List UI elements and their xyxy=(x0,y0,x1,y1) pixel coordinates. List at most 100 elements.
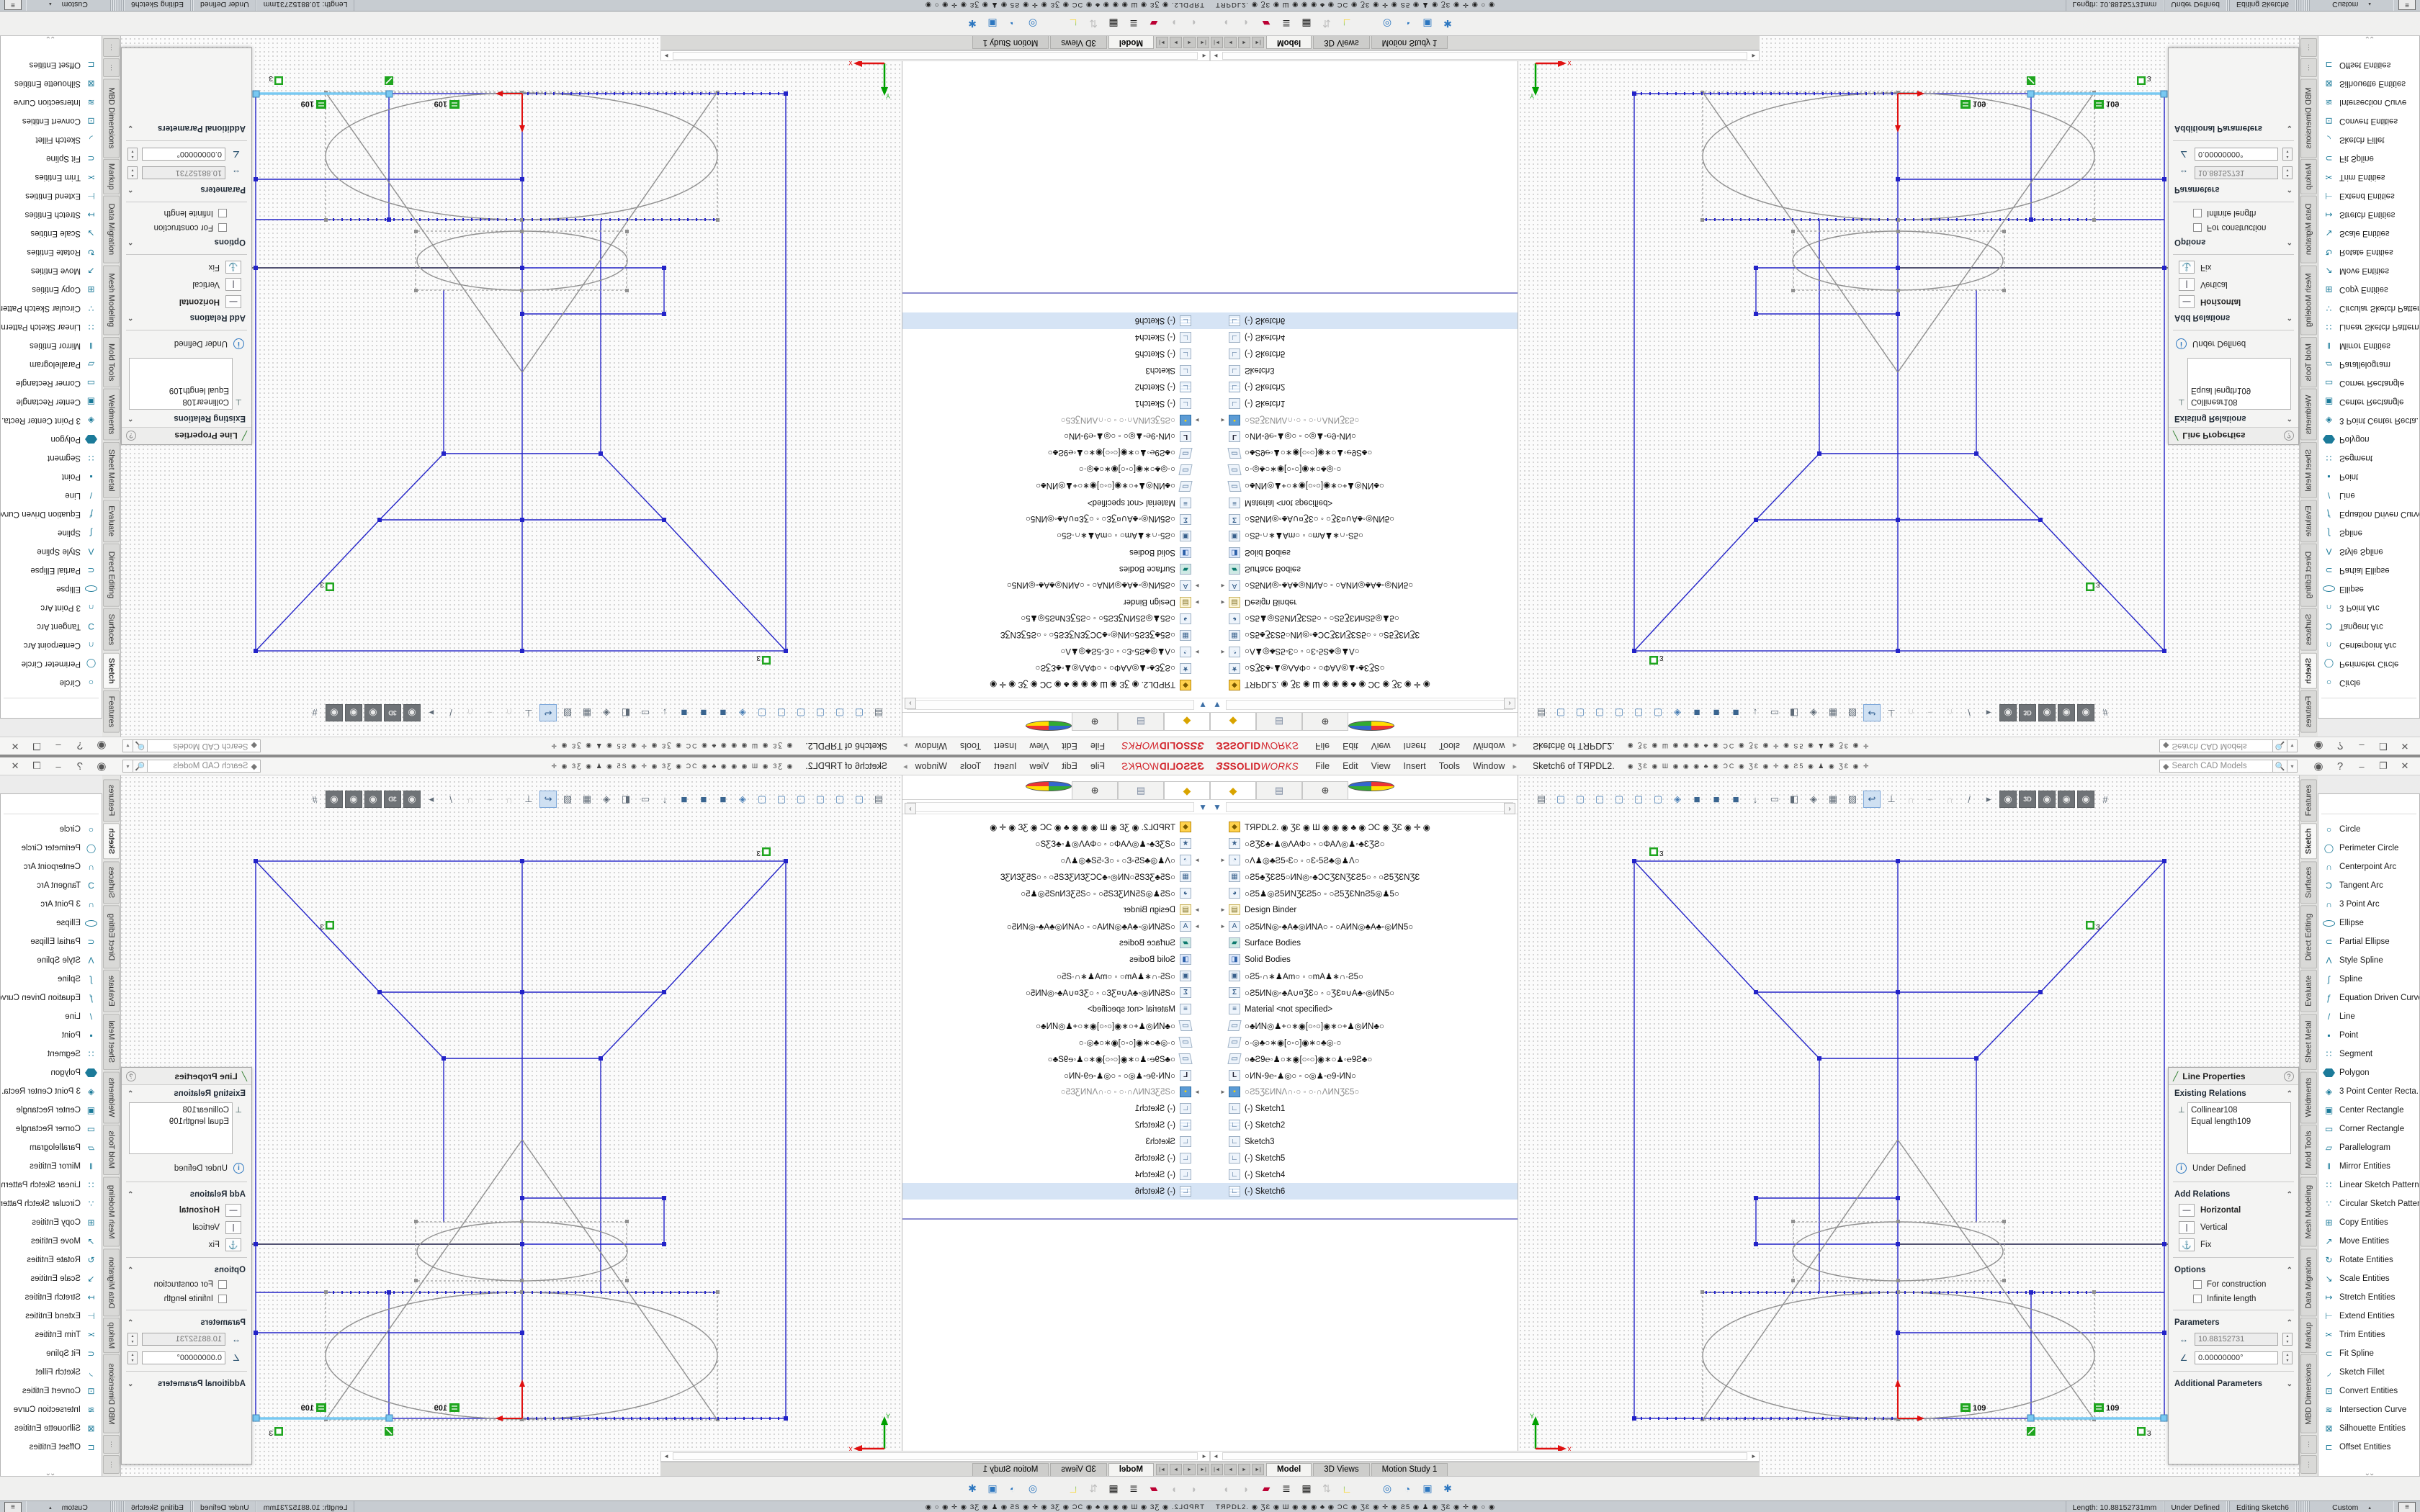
expand-arrow-icon[interactable]: ► xyxy=(1191,923,1200,930)
view-3d-icon[interactable]: 3D xyxy=(2019,704,2036,721)
tree-row-garbled[interactable]: ▭ ○♣ИN◎♟+○∗◉[○◦○]◉∗○+♟◎ИN♣○ xyxy=(902,1017,1210,1034)
visibility4-icon[interactable]: ◉ xyxy=(2077,791,2094,808)
options-header[interactable]: Options⌃ xyxy=(122,235,251,251)
tree-row-locked-folder[interactable]: ► ▪ ○Ƨ5ƷƐИNΛ∩·○ ◦ ○·∩ΛИNƷƐ5○ xyxy=(902,1084,1210,1100)
length-input[interactable]: 10.88152731 xyxy=(142,1333,225,1346)
flyout-circle[interactable]: ○ Circle xyxy=(2318,820,2419,839)
tree-row-garbled[interactable]: ▭ ○♣ИN◎♟+○∗◉[○◦○]◉∗○+♟◎ИN♣○ xyxy=(902,478,1210,495)
grid-icon[interactable]: # xyxy=(306,704,323,721)
tab-motion-study-1[interactable]: Motion Study 1 xyxy=(972,1463,1049,1476)
menu-item[interactable]: Window xyxy=(1466,759,1511,773)
tab-mbd-dimensions[interactable]: MBD Dimensions xyxy=(2300,1354,2317,1434)
flyout-center-rectangle[interactable]: ▣ Center Rectangle xyxy=(2318,392,2419,411)
account-icon[interactable]: ◉ xyxy=(91,739,112,753)
flyout-center-rectangle[interactable]: ▣ Center Rectangle xyxy=(1,1101,102,1120)
menu-item[interactable]: Tools xyxy=(1433,759,1466,773)
flyout-segment[interactable]: ∷ Segment xyxy=(2318,1045,2419,1063)
expand-arrow-icon[interactable]: ► xyxy=(1220,1089,1229,1095)
cube-icon[interactable]: ◈ xyxy=(598,704,615,721)
flyout-point[interactable]: ▪ Point xyxy=(2318,467,2419,486)
flyout-corner-rectangle[interactable]: ▭ Corner Rectangle xyxy=(2318,374,2419,392)
spline-disabled-icon[interactable]: ~ xyxy=(1922,704,1939,721)
menu-item[interactable]: File xyxy=(1309,739,1336,753)
cube-icon[interactable]: ◈ xyxy=(1805,704,1822,721)
settings-circle-icon[interactable]: ◎ xyxy=(1024,15,1041,32)
hatch-icon[interactable]: ▨ xyxy=(1844,791,1861,808)
tree-row-garbled[interactable]: ★ ○ƧƷƐ♣◦♟◎ΛAΦ○ ◦ ○ΦAΛ◎♟◦♣ƐƷƧ○ xyxy=(902,660,1210,677)
tree-filter-row[interactable]: ▼ xyxy=(1210,800,1518,814)
flyout-move-entities[interactable]: ↗ Move Entities xyxy=(1,1232,102,1251)
checkbox-icon[interactable] xyxy=(218,209,227,217)
grid-table-icon[interactable]: ▦ xyxy=(1298,1480,1315,1498)
triad-colors-icon[interactable]: ∟ xyxy=(1338,1480,1355,1498)
menu-item[interactable]: View xyxy=(1365,759,1397,773)
exit-sketch-icon[interactable]: ↩ xyxy=(1863,704,1881,721)
grid-table-icon[interactable]: ▦ xyxy=(1105,15,1122,32)
visibility4-icon[interactable]: ◉ xyxy=(326,791,343,808)
flyout-segment[interactable]: ∷ Segment xyxy=(1,449,102,467)
tree-horizontal-scrollbar[interactable]: ◄ ► xyxy=(1210,1451,1760,1462)
flyout-polygon[interactable]: Polygon xyxy=(1,430,102,449)
grid-icon[interactable]: # xyxy=(2097,791,2114,808)
expand-arrow-icon[interactable]: ► xyxy=(1220,857,1229,863)
tree-row-solid-bodies[interactable]: ◨ Solid Bodies xyxy=(1210,544,1518,561)
flyout-trim-entities[interactable]: ✂ Trim Entities xyxy=(1,1326,102,1344)
relation-tag-3[interactable]: 3 xyxy=(269,1427,283,1438)
visibility2-icon[interactable]: ◉ xyxy=(364,791,382,808)
view-iso-icon[interactable]: ◈ xyxy=(734,704,751,721)
visibility4-icon[interactable]: ◉ xyxy=(326,704,343,721)
visibility3-icon[interactable]: ◉ xyxy=(345,791,362,808)
expand-arrow-icon[interactable]: ► xyxy=(1191,1089,1200,1095)
flyout-polygon[interactable]: Polygon xyxy=(2318,1063,2419,1082)
hatch-icon[interactable]: ▨ xyxy=(559,791,576,808)
configurationmanager-tab[interactable]: ⊕ xyxy=(1302,713,1348,731)
flyout-spline[interactable]: ʃ Spline xyxy=(1,523,102,542)
existing-relations-header[interactable]: Existing Relations⌃ xyxy=(122,1085,251,1101)
flyout-equation-driven-curve[interactable]: ƒ Equation Driven Curve xyxy=(2318,989,2419,1007)
perpendicular-eye-icon[interactable]: ⊥ xyxy=(1883,791,1900,808)
length-spinner[interactable]: ▲▼ xyxy=(127,1333,138,1346)
search-icon[interactable]: 🔍 xyxy=(133,739,147,752)
gear-icon[interactable]: ✱ xyxy=(964,1480,981,1498)
flyout-corner-rectangle[interactable]: ▭ Corner Rectangle xyxy=(1,374,102,392)
restore-button[interactable]: ❐ xyxy=(26,739,48,753)
tree-row-sketch6[interactable]: ∟ (-) Sketch6 xyxy=(902,1183,1210,1200)
arc2-disabled-icon[interactable]: ∩ xyxy=(462,791,479,808)
flyout-trim-entities[interactable]: ✂ Trim Entities xyxy=(2318,168,2419,186)
arc2-disabled-icon[interactable]: ∩ xyxy=(1941,704,1958,721)
perpendicular-eye-icon[interactable]: ⊥ xyxy=(520,791,537,808)
flyout-line[interactable]: / Line xyxy=(1,1007,102,1026)
flyout-fit-spline[interactable]: ⊂ Fit Spline xyxy=(1,1344,102,1363)
checkbox-icon[interactable] xyxy=(218,223,227,232)
tree-row-design-binder[interactable]: ► ▤ Design Binder xyxy=(1210,594,1518,611)
paintbrush-icon[interactable]: ▰ xyxy=(1145,1480,1162,1498)
tree-row-garbled[interactable]: Σ ○Ƨ5ИN◎◦♣A∪¤ƷƐ○ ◦ ○ƷƐ¤∪A♣◦◎ИN5○ xyxy=(902,984,1210,1001)
tab-data-migration[interactable]: Data Migration xyxy=(103,196,120,264)
flyout-centerpoint-arc[interactable]: ∩ Centerpoint Arc xyxy=(1,636,102,654)
featuremanager-tab[interactable]: ◆ xyxy=(1164,781,1210,799)
exit-sketch-icon[interactable]: ↩ xyxy=(539,704,557,721)
tab-mold-tools[interactable]: Mold Tools xyxy=(103,1125,120,1175)
flyout-copy-entities[interactable]: ⊞ Copy Entities xyxy=(1,1213,102,1232)
arc-disabled-icon[interactable]: ∩ xyxy=(1902,704,1919,721)
tab-direct-editing[interactable]: Direct Editing xyxy=(103,905,120,968)
shaded-edges-icon[interactable]: ■ xyxy=(1708,704,1725,721)
infinite-length-checkbox[interactable]: Infinite length xyxy=(122,206,251,220)
flyout-circular-sketch-pattern[interactable]: ∵ Circular Sketch Pattern xyxy=(2318,299,2419,318)
flyout-silhouette-entities[interactable]: ⊠ Silhouette Entities xyxy=(1,1419,102,1438)
account-icon[interactable]: ◉ xyxy=(2308,739,2329,753)
tab-nav-prev-icon[interactable]: ◄ xyxy=(1183,37,1196,48)
tab-mbd-dimensions[interactable]: MBD Dimensions xyxy=(103,78,120,158)
cube-icon[interactable]: ◈ xyxy=(1805,791,1822,808)
existing-relations-list[interactable]: ⊥ Collinear108 Equal length109 xyxy=(2187,1102,2291,1154)
search-input[interactable]: ◆ Search CAD Models xyxy=(147,739,261,752)
tab-mesh-modeling[interactable]: Mesh Modeling xyxy=(2300,265,2317,335)
infinite-length-checkbox[interactable]: Infinite length xyxy=(2169,206,2298,220)
dimension-109-left[interactable]: 109 xyxy=(1960,1403,1986,1413)
tree-row-sketch4[interactable]: ∟ (-) Sketch4 xyxy=(902,1166,1210,1183)
tree-row-garbled[interactable]: Σ ○Ƨ5ИN◎◦♣A∪¤ƷƐ○ ◦ ○ƷƐ¤∪A♣◦◎ИN5○ xyxy=(902,511,1210,528)
tree-row-garbled[interactable]: ◕ ○Ƨ5♟◎Ƨ5ИNƷƐƧ5○ ◦ ○Ƨ5ƷƐNnƧ5◎♟5○ xyxy=(1210,885,1518,901)
flyout-convert-entities[interactable]: ⊡ Convert Entities xyxy=(2318,1382,2419,1400)
flyout-tangent-arc[interactable]: Ɔ Tangent Arc xyxy=(2318,617,2419,636)
flyout-stretch-entities[interactable]: ↦ Stretch Entities xyxy=(2318,205,2419,224)
